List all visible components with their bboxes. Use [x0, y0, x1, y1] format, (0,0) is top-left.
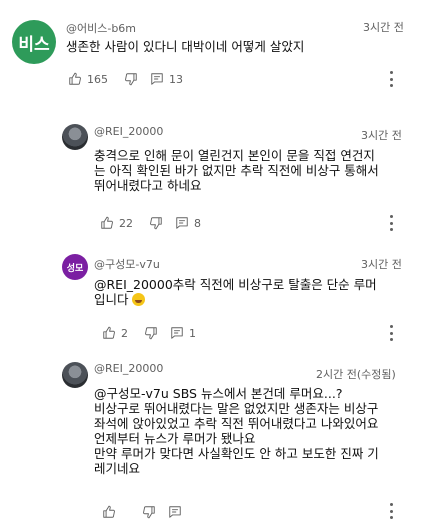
comment-line: 언제부터 뉴스가 루머가 됐나요	[94, 431, 256, 446]
comment-line: 좌석에 앉아있었고 추락 직전 뛰어내렸다고 나와있어요	[94, 416, 379, 431]
comment-line: 만약 루머가 맞다면 사실확인도 안 하고 보도한 진짜 기	[94, 446, 379, 461]
thumb-up-icon	[103, 505, 115, 518]
more-options-icon[interactable]	[386, 503, 396, 519]
like-button[interactable]	[102, 505, 116, 519]
comment-line: 레기네요	[94, 461, 141, 476]
comment-actions	[102, 504, 182, 520]
reply-icon	[169, 506, 181, 518]
thumb-down-icon	[143, 506, 155, 519]
comment-line: 비상구로 뛰어내렸다는 말은 없었지만 생존자는 비상구	[94, 401, 379, 416]
comment-line: @구성모-v7u SBS 뉴스에서 본건데 루머요...?	[94, 386, 343, 401]
dislike-button[interactable]	[142, 505, 156, 519]
comment-timestamp[interactable]: 2시간 전(수정됨)	[316, 366, 396, 382]
reply-comment: @REI_20000 2시간 전(수정됨) @구성모-v7u SBS 뉴스에서 …	[0, 0, 423, 519]
comment-text: @구성모-v7u SBS 뉴스에서 본건데 루머요...? 비상구로 뛰어내렸다…	[94, 386, 379, 476]
author-handle[interactable]: @REI_20000	[94, 362, 163, 375]
avatar[interactable]	[62, 362, 88, 388]
reply-button[interactable]	[168, 505, 182, 519]
